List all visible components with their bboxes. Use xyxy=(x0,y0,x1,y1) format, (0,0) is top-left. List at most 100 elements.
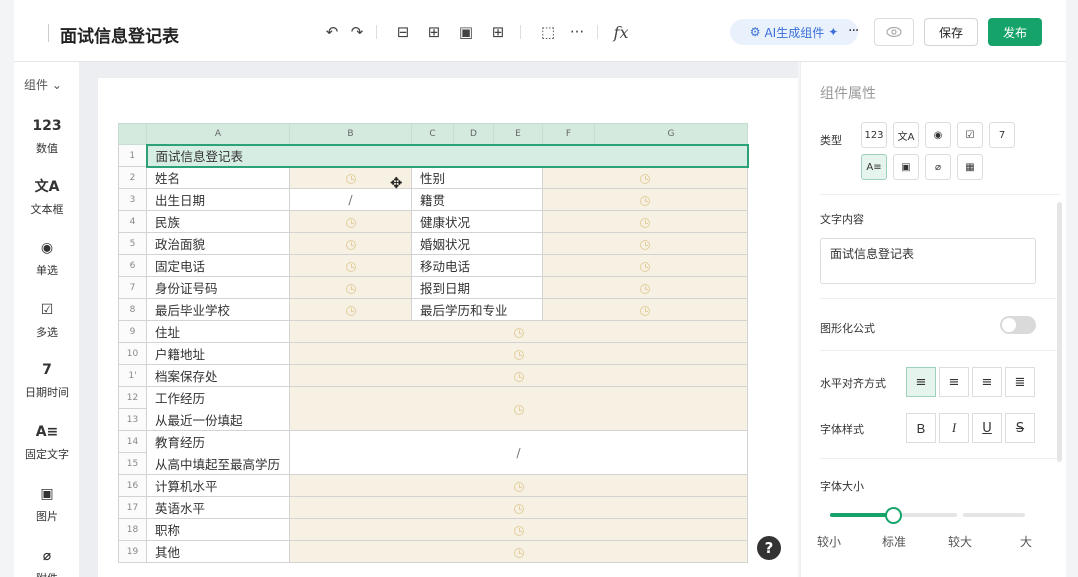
more-icon[interactable]: ··· xyxy=(565,20,589,44)
type-image-icon[interactable]: ▣ xyxy=(893,154,919,180)
input-cell[interactable] xyxy=(289,540,748,563)
input-cell[interactable] xyxy=(289,386,748,431)
border-outer-icon[interactable]: ▣ xyxy=(454,20,478,44)
split-cells-icon[interactable]: ⊞ xyxy=(422,20,446,44)
sidebar-item-attachment[interactable]: ⌀ 附件 xyxy=(14,546,80,577)
row-header[interactable]: 7 xyxy=(118,276,147,299)
align-center-icon[interactable]: ≡ xyxy=(939,367,969,397)
label-cell[interactable]: 政治面貌 xyxy=(146,232,290,255)
slash-cell[interactable]: / xyxy=(289,430,748,475)
select-area-icon[interactable]: ⬚ xyxy=(536,20,560,44)
row-header[interactable]: 9 xyxy=(118,320,147,343)
underline-icon[interactable]: U xyxy=(972,413,1002,443)
input-cell[interactable] xyxy=(542,254,748,277)
input-cell[interactable] xyxy=(289,474,748,497)
component-group-dropdown[interactable]: 组件 ⌄ xyxy=(24,76,62,93)
redo-icon[interactable]: ↷ xyxy=(345,20,369,44)
input-cell[interactable] xyxy=(542,232,748,255)
type-qrcode-icon[interactable]: ▦ xyxy=(957,154,983,180)
content-textarea[interactable]: 面试信息登记表 xyxy=(820,238,1036,284)
label-cell[interactable]: 职称 xyxy=(146,518,290,541)
label-cell[interactable]: 报到日期 xyxy=(411,276,543,299)
sidebar-item-image[interactable]: ▣ 图片 xyxy=(14,484,80,524)
help-icon[interactable]: ? xyxy=(757,536,781,560)
row-header[interactable]: 2 xyxy=(118,166,147,189)
row-header[interactable]: 13 xyxy=(118,408,147,431)
input-cell[interactable] xyxy=(289,298,412,321)
font-size-option[interactable]: 较小 xyxy=(817,533,841,550)
row-header[interactable]: 10 xyxy=(118,342,147,365)
label-cell[interactable]: 身份证号码 xyxy=(146,276,290,299)
merge-cells-icon[interactable]: ⊟ xyxy=(391,20,415,44)
input-cell[interactable] xyxy=(289,254,412,277)
column-header[interactable]: D xyxy=(453,123,494,145)
row-header[interactable]: 15 xyxy=(118,452,147,475)
row-header[interactable]: 8 xyxy=(118,298,147,321)
input-cell[interactable] xyxy=(289,364,748,387)
type-fixed-text-icon[interactable]: A≡ xyxy=(861,154,887,180)
font-size-option[interactable]: 大 xyxy=(1020,533,1032,550)
row-header[interactable]: 5 xyxy=(118,232,147,255)
undo-icon[interactable]: ↶ xyxy=(320,20,344,44)
label-cell[interactable]: 教育经历 xyxy=(146,430,290,453)
type-attachment-icon[interactable]: ⌀ xyxy=(925,154,951,180)
vertical-scrollbar[interactable] xyxy=(1057,202,1062,462)
column-header[interactable]: C xyxy=(411,123,454,145)
label-cell[interactable]: 从高中填起至最高学历 xyxy=(146,452,290,475)
label-cell[interactable]: 婚姻状况 xyxy=(411,232,543,255)
border-all-icon[interactable]: ⊞ xyxy=(486,20,510,44)
input-cell[interactable] xyxy=(542,298,748,321)
column-header[interactable]: F xyxy=(542,123,595,145)
row-header[interactable]: 14 xyxy=(118,430,147,453)
column-header[interactable]: G xyxy=(594,123,748,145)
input-cell[interactable] xyxy=(289,210,412,233)
row-header[interactable]: 18 xyxy=(118,518,147,541)
font-size-slider-handle[interactable] xyxy=(885,507,902,524)
row-header[interactable]: 17 xyxy=(118,496,147,519)
input-cell[interactable] xyxy=(289,342,748,365)
selected-title-cell[interactable]: 面试信息登记表 xyxy=(145,143,749,168)
input-cell[interactable] xyxy=(289,320,748,343)
label-cell[interactable]: 籍贯 xyxy=(411,188,543,211)
label-cell[interactable]: 性别 xyxy=(411,166,543,189)
label-cell[interactable]: 住址 xyxy=(146,320,290,343)
label-cell[interactable]: 工作经历 xyxy=(146,386,290,409)
type-text-icon[interactable]: 文A xyxy=(893,122,919,148)
sidebar-item-radio[interactable]: ◉ 单选 xyxy=(14,238,80,278)
grid-corner[interactable] xyxy=(118,123,147,145)
row-header[interactable]: 4 xyxy=(118,210,147,233)
label-cell[interactable]: 健康状况 xyxy=(411,210,543,233)
font-size-option[interactable]: 标准 xyxy=(882,533,906,550)
italic-icon[interactable]: I xyxy=(939,413,969,443)
row-header[interactable]: 1 xyxy=(118,144,147,167)
sidebar-item-checkbox[interactable]: ☑ 多选 xyxy=(14,300,80,340)
input-cell[interactable] xyxy=(289,496,748,519)
input-cell[interactable] xyxy=(542,276,748,299)
column-header[interactable]: B xyxy=(289,123,412,145)
formula-toggle[interactable] xyxy=(1000,316,1036,334)
sidebar-item-fixed-text[interactable]: A≡ 固定文字 xyxy=(14,422,80,462)
input-cell[interactable] xyxy=(542,166,748,189)
label-cell[interactable]: 姓名 xyxy=(146,166,290,189)
label-cell[interactable]: 固定电话 xyxy=(146,254,290,277)
input-cell[interactable] xyxy=(289,232,412,255)
type-radio-icon[interactable]: ◉ xyxy=(925,122,951,148)
type-date-icon[interactable]: 7 xyxy=(989,122,1015,148)
align-left-icon[interactable]: ≡ xyxy=(906,367,936,397)
input-cell[interactable] xyxy=(289,276,412,299)
label-cell[interactable]: 计算机水平 xyxy=(146,474,290,497)
input-cell[interactable] xyxy=(542,210,748,233)
align-justify-icon[interactable]: ≣ xyxy=(1005,367,1035,397)
row-header[interactable]: 6 xyxy=(118,254,147,277)
sidebar-item-textbox[interactable]: 文A 文本框 xyxy=(14,177,80,217)
save-button[interactable]: 保存 xyxy=(924,18,978,46)
formula-fx-button[interactable]: fx xyxy=(609,20,633,44)
label-cell[interactable]: 民族 xyxy=(146,210,290,233)
label-cell[interactable]: 英语水平 xyxy=(146,496,290,519)
label-cell[interactable]: 移动电话 xyxy=(411,254,543,277)
slider-track[interactable] xyxy=(899,513,957,517)
preview-button[interactable] xyxy=(874,18,914,46)
row-header[interactable]: 16 xyxy=(118,474,147,497)
sidebar-item-datetime[interactable]: 7 日期时间 xyxy=(14,360,80,400)
font-size-option[interactable]: 较大 xyxy=(948,533,972,550)
